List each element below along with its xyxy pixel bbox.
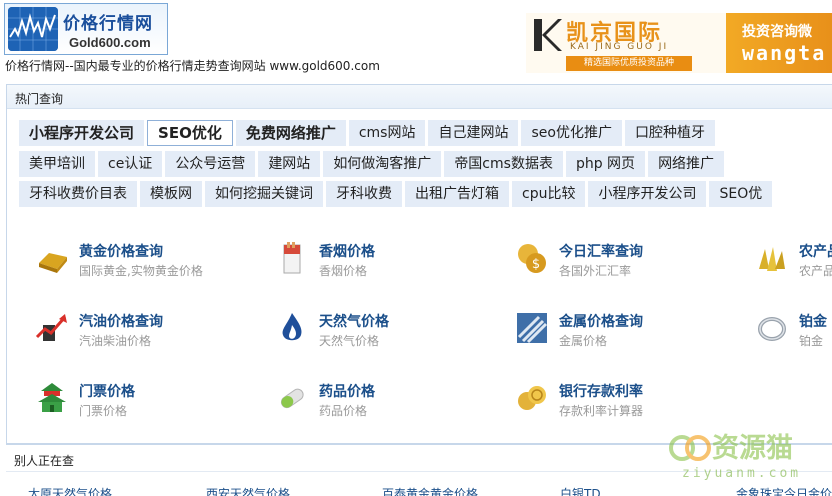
hot-chip[interactable]: 如何做淘客推广 <box>323 151 442 177</box>
gas-flame-icon <box>282 313 302 341</box>
hot-chip[interactable]: 如何挖掘关键词 <box>205 181 323 207</box>
watermark-domain: ziyuanm.com <box>682 466 802 481</box>
category-desc: 金属价格 <box>559 334 608 348</box>
category-name[interactable]: 金属价格查询 <box>559 311 643 331</box>
category-name[interactable]: 香烟价格 <box>319 241 375 261</box>
hot-chip[interactable]: 模板网 <box>140 181 202 207</box>
category-exchange[interactable]: $ 今日汇率查询 各国外汇汇率 <box>515 241 755 287</box>
hot-chip[interactable]: 自己建网站 <box>428 120 519 146</box>
category-name[interactable]: 铂金 <box>799 311 827 331</box>
hot-chip[interactable]: 网络推广 <box>648 151 725 177</box>
brand-k-icon <box>534 19 562 51</box>
banner-cta: 投资咨询微 <box>742 24 812 40</box>
svg-text:$: $ <box>532 257 540 272</box>
metal-pipes-icon <box>517 313 548 344</box>
gold-bar-icon <box>39 253 67 273</box>
oil-trend-icon <box>35 314 67 341</box>
category-gold[interactable]: 黄金价格查询 国际黄金,实物黄金价格 <box>35 241 275 287</box>
currency-icon: $ <box>518 244 546 273</box>
hot-row-2: 美甲培训 ce认证 公众号运营 建网站 如何做淘客推广 帝国cms数据表 php 网页 网络推… <box>19 151 727 177</box>
category-name[interactable]: 黄金价格查询 <box>79 241 163 261</box>
hot-chip[interactable]: cpu比较 <box>512 181 586 207</box>
hot-chip[interactable]: SEO优 <box>709 181 773 207</box>
category-desc: 国际黄金,实物黄金价格 <box>79 264 203 278</box>
platinum-ring-icon <box>758 317 786 341</box>
hot-chip[interactable]: 牙科收费 <box>326 181 402 207</box>
category-name[interactable]: 银行存款利率 <box>559 381 643 401</box>
others-link[interactable]: 白银TD <box>560 485 601 496</box>
watermark-text: 资源猫 <box>712 433 793 464</box>
category-desc: 香烟价格 <box>319 264 368 278</box>
category-desc: 天然气价格 <box>319 334 380 348</box>
hot-chip[interactable]: php 网页 <box>565 151 646 177</box>
banner-contact-id: wangta <box>742 41 827 65</box>
hot-chip[interactable]: 帝国cms数据表 <box>444 151 563 177</box>
category-metal[interactable]: 金属价格查询 金属价格 <box>515 311 755 357</box>
category-tickets[interactable]: 门票价格 门票价格 <box>35 381 275 427</box>
hot-search-panel: 热门查询 小程序开发公司 SEO优化 免费网络推广 cms网站 自己建网站 seo优化推广… <box>6 84 832 444</box>
hot-chip[interactable]: cms网站 <box>348 120 426 146</box>
cigarette-icon <box>283 242 301 274</box>
panel-header <box>7 85 832 109</box>
banner-slogan: 精选国际优质投资品种 <box>566 56 692 71</box>
coins-icon <box>518 386 546 410</box>
category-name[interactable]: 今日汇率查询 <box>559 241 643 261</box>
category-desc: 各国外汇汇率 <box>559 264 632 278</box>
logo-title: 价格行情网 <box>63 14 153 34</box>
category-desc: 药品价格 <box>319 404 368 418</box>
category-name[interactable]: 天然气价格 <box>319 311 389 331</box>
wheat-icon <box>759 247 785 271</box>
category-agri[interactable]: 农产品 农产品 <box>755 241 832 287</box>
category-name[interactable]: 农产品 <box>799 241 832 261</box>
hot-chip[interactable]: seo优化推广 <box>521 120 622 146</box>
site-tagline: 价格行情网--国内最专业的价格行情走势查询网站 www.gold600.com <box>5 59 380 73</box>
category-cigarette[interactable]: 香烟价格 香烟价格 <box>275 241 515 287</box>
category-medicine[interactable]: 药品价格 药品价格 <box>275 381 515 427</box>
others-link[interactable]: 太原天然气价格 <box>28 485 112 496</box>
others-link[interactable]: 西安天然气价格 <box>206 485 290 496</box>
chart-logo-icon <box>8 7 58 51</box>
hot-chip-active[interactable]: SEO优化 <box>147 120 233 146</box>
others-link[interactable]: 百泰黄金黄金价格 <box>382 485 478 496</box>
watermark: 资源猫 ziyuanm.com <box>668 420 828 490</box>
category-desc: 农产品 <box>799 264 832 278</box>
banner-brand-pinyin: KAI JING GUO JI <box>570 42 669 52</box>
hot-chip[interactable]: ce认证 <box>98 151 163 177</box>
hot-chip[interactable]: 免费网络推广 <box>235 120 346 146</box>
ad-banner[interactable]: 凯京国际 KAI JING GUO JI 精选国际优质投资品种 投资咨询微 wa… <box>526 13 832 73</box>
banner-brand-area: 凯京国际 KAI JING GUO JI 精选国际优质投资品种 <box>526 13 726 73</box>
category-name[interactable]: 汽油价格查询 <box>79 311 163 331</box>
logo-domain: Gold600.com <box>69 35 151 50</box>
hot-chip[interactable]: 小程序开发公司 <box>19 120 145 146</box>
hot-chip[interactable]: 出租广告灯箱 <box>405 181 509 207</box>
hot-chip[interactable]: 小程序开发公司 <box>588 181 707 207</box>
category-desc: 铂金 <box>799 334 824 348</box>
category-desc: 存款利率计算器 <box>559 404 644 418</box>
category-name[interactable]: 门票价格 <box>79 381 135 401</box>
hot-search-title: 热门查询 <box>15 92 64 106</box>
hot-chip[interactable]: 牙科收费价目表 <box>19 181 137 207</box>
category-desc: 汽油柴油价格 <box>79 334 152 348</box>
hot-chip[interactable]: 口腔种植牙 <box>624 120 715 146</box>
category-oil[interactable]: 汽油价格查询 汽油柴油价格 <box>35 311 275 357</box>
hot-row-3: 牙科收费价目表 模板网 如何挖掘关键词 牙科收费 出租广告灯箱 cpu比较 小程序开发公司 S… <box>19 181 775 207</box>
temple-icon <box>38 383 66 412</box>
others-title: 别人正在查 <box>14 454 75 468</box>
hot-chip[interactable]: 建网站 <box>258 151 321 177</box>
pill-icon <box>280 388 304 409</box>
category-platinum[interactable]: 铂金 铂金 <box>755 311 832 357</box>
site-logo[interactable]: 价格行情网 Gold600.com <box>4 3 168 55</box>
category-gas[interactable]: 天然气价格 天然气价格 <box>275 311 515 357</box>
category-name[interactable]: 药品价格 <box>319 381 375 401</box>
category-desc: 门票价格 <box>79 404 128 418</box>
hot-chip[interactable]: 公众号运营 <box>165 151 256 177</box>
hot-chip[interactable]: 美甲培训 <box>19 151 95 177</box>
watermark-cat-icon <box>669 435 711 461</box>
hot-row-1: 小程序开发公司 SEO优化 免费网络推广 cms网站 自己建网站 seo优化推广 口腔种植牙 <box>19 120 718 146</box>
